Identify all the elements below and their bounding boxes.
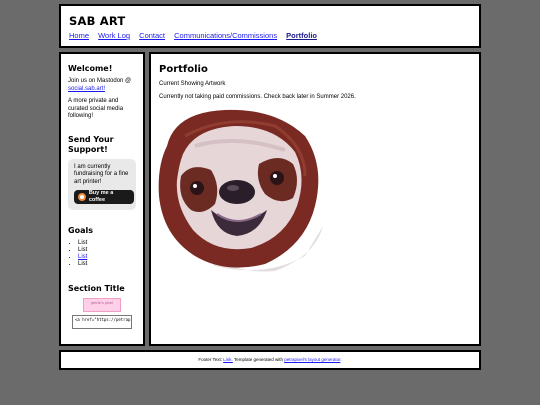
goals-heading: Goals (68, 226, 93, 235)
main-nav: Home Work Log Contact Communications/Com… (69, 31, 471, 40)
nav-communications-commissions[interactable]: Communications/Commissions (174, 31, 277, 40)
page-subtitle: Current Showing Artwork (159, 81, 226, 87)
main-content: Portfolio Current Showing Artwork Curren… (149, 52, 481, 346)
nav-home[interactable]: Home (69, 31, 89, 40)
nav-work-log[interactable]: Work Log (98, 31, 130, 40)
commission-notice: Currently not taking paid commissions. C… (159, 94, 356, 100)
footer-prefix: Footer Text: (198, 357, 224, 362)
nav-contact[interactable]: Contact (139, 31, 165, 40)
goal-link[interactable]: List (78, 254, 87, 260)
site-header: SAB ART Home Work Log Contact Communicat… (59, 4, 481, 48)
section-heading: Section Title (68, 284, 125, 293)
nav-portfolio[interactable]: Portfolio (286, 31, 317, 40)
site-footer: Footer Text: Link. Template generated wi… (59, 350, 481, 370)
mastodon-link[interactable]: social.sab.art! (68, 86, 105, 92)
footer-middle: Template generated with (232, 357, 285, 362)
layout-generator-link[interactable]: petrapixel's layout generator (284, 357, 340, 362)
site-title: SAB ART (69, 14, 126, 28)
sloth-artwork (158, 109, 323, 272)
badge-code-box[interactable]: <a href="https://petrapix (72, 315, 132, 329)
footer-link[interactable]: Link. (223, 357, 233, 362)
mastodon-prefix: Join us on Mastodon @ (68, 78, 132, 84)
mastodon-text: Join us on Mastodon @ social.sab.art! (68, 78, 136, 93)
footer-suffix: . (340, 357, 342, 362)
sidebar: Welcome! Join us on Mastodon @ social.sa… (59, 52, 145, 346)
goal-item: List (78, 247, 136, 254)
goals-list: List List List List (68, 240, 136, 268)
coffee-button-label: Buy me a coffee (88, 189, 114, 204)
support-heading: Send Your Support! (68, 134, 114, 154)
support-box: I am currently fundraising for a fine ar… (68, 158, 136, 210)
support-text: I am currently fundraising for a fine ar… (74, 163, 129, 185)
coffee-cup-icon (78, 193, 86, 201)
welcome-text: A more private and curated social media … (68, 98, 124, 119)
petrapixel-badge[interactable]: petrie's pixel (83, 298, 121, 312)
goal-item: List (78, 240, 136, 247)
goal-item: List (78, 261, 136, 268)
welcome-heading: Welcome! (68, 64, 113, 73)
goal-item-link: List (78, 254, 136, 261)
buy-me-a-coffee-button[interactable]: Buy me a coffee (74, 190, 134, 204)
page-title: Portfolio (159, 64, 208, 75)
